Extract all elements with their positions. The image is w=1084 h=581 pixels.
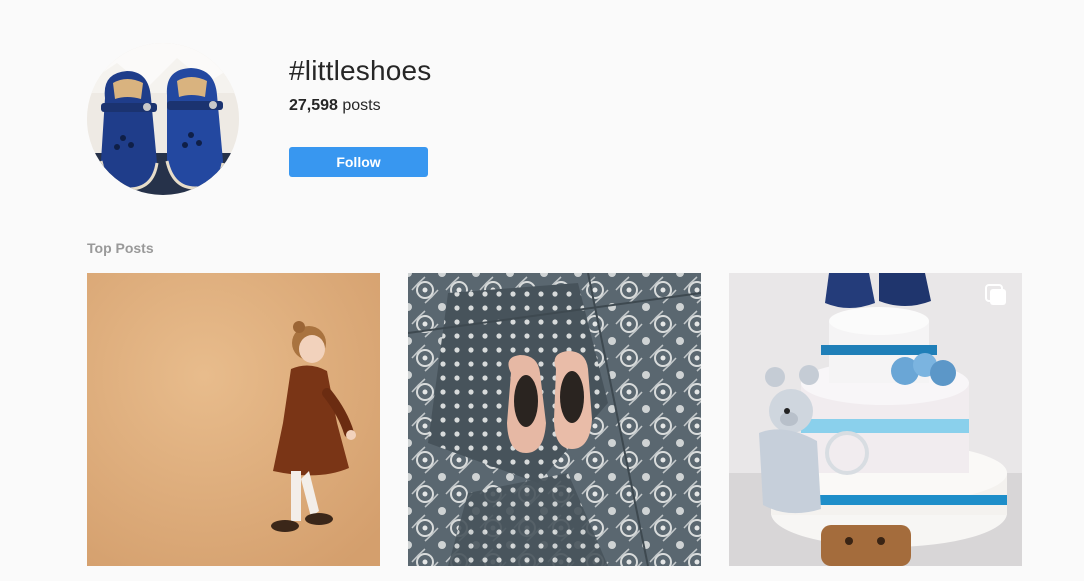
- ballet-slippers-image: [408, 273, 701, 566]
- diaper-cake-image: [729, 273, 1022, 566]
- top-posts-label: Top Posts: [87, 240, 154, 256]
- post-count: 27,598 posts: [289, 96, 381, 116]
- follow-button[interactable]: Follow: [289, 147, 428, 177]
- post-count-number: 27,598: [289, 97, 338, 114]
- top-post-1[interactable]: [87, 273, 380, 566]
- hashtag-title: #littleshoes: [289, 55, 432, 86]
- girl-in-dress-image: [87, 273, 380, 566]
- hashtag-avatar: [87, 43, 239, 195]
- blue-shoes-image: [87, 43, 239, 195]
- post-count-suffix: posts: [337, 97, 381, 114]
- top-post-2[interactable]: [408, 273, 701, 566]
- top-post-3[interactable]: [729, 273, 1022, 566]
- multiple-images-icon: [985, 284, 1006, 305]
